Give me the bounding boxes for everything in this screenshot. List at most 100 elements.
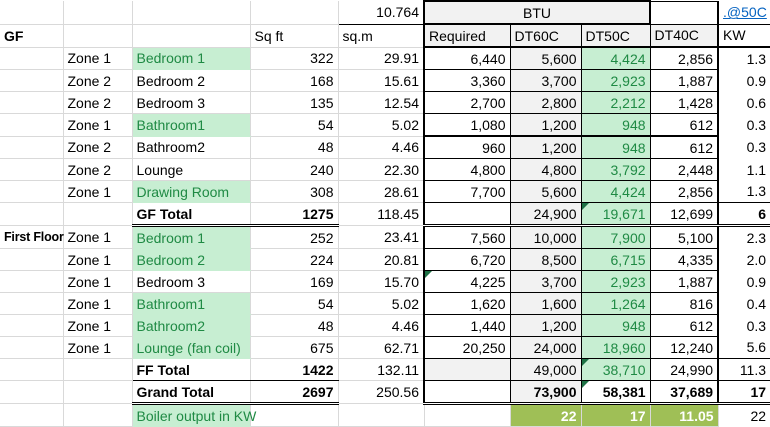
dt60c-cell[interactable]: 1,200 — [510, 136, 581, 159]
zone-cell[interactable]: Zone 2 — [63, 70, 132, 92]
btu-merged-header[interactable]: BTU — [424, 1, 650, 24]
kw-cell[interactable]: 2.0 — [718, 249, 770, 271]
dt60c-cell[interactable]: 5,600 — [510, 47, 581, 70]
sqft-cell[interactable]: 135 — [250, 92, 338, 114]
kw-cell[interactable]: 1.3 — [718, 181, 770, 203]
ff-total-dt60[interactable]: 49,000 — [510, 359, 581, 381]
sqm-cell[interactable]: 15.61 — [338, 70, 424, 92]
boiler-dt40-kw[interactable]: 11.05 — [650, 404, 718, 427]
dt50c-cell[interactable]: 3,792 — [581, 159, 650, 181]
sqm-cell[interactable]: 12.54 — [338, 92, 424, 114]
empty-cell[interactable] — [63, 404, 132, 427]
dt60c-cell[interactable]: 2,800 — [510, 92, 581, 114]
room-cell[interactable]: Bathroom1 — [132, 114, 250, 137]
ff-total-label[interactable]: FF Total — [132, 359, 250, 381]
ff-total-kw[interactable]: 11.3 — [718, 359, 770, 381]
dt40c-cell[interactable]: 5,100 — [650, 226, 718, 249]
empty-cell[interactable] — [0, 249, 63, 271]
kw-cell[interactable]: 0.3 — [718, 136, 770, 159]
required-cell[interactable]: 6,720 — [424, 249, 510, 271]
zone-cell[interactable]: Zone 1 — [63, 47, 132, 70]
required-cell[interactable]: 4,800 — [424, 159, 510, 181]
sqm-cell[interactable]: 29.91 — [338, 47, 424, 70]
sqm-cell[interactable]: 15.70 — [338, 271, 424, 293]
dt60c-cell[interactable]: 1,200 — [510, 114, 581, 137]
empty-cell[interactable] — [424, 203, 510, 226]
dt50c-header[interactable]: DT50C — [581, 24, 650, 47]
dt40c-cell[interactable]: 4,335 — [650, 249, 718, 271]
dt60c-cell[interactable]: 3,700 — [510, 70, 581, 92]
dt50c-cell[interactable]: 948 — [581, 136, 650, 159]
empty-cell[interactable] — [0, 70, 63, 92]
empty-cell[interactable] — [338, 404, 424, 427]
room-cell[interactable]: Bedroom 2 — [132, 249, 250, 271]
room-cell[interactable]: Drawing Room — [132, 181, 250, 203]
required-header[interactable]: Required — [424, 24, 510, 47]
grand-total-kw[interactable]: 17 — [718, 381, 770, 404]
empty-cell[interactable] — [0, 47, 63, 70]
empty-cell[interactable] — [650, 1, 718, 24]
dt40c-cell[interactable]: 1,887 — [650, 271, 718, 293]
sqm-cell[interactable]: 23.41 — [338, 226, 424, 249]
gf-total-dt40[interactable]: 12,699 — [650, 203, 718, 226]
dt40c-cell[interactable]: 2,856 — [650, 181, 718, 203]
grand-total-dt60[interactable]: 73,900 — [510, 381, 581, 404]
grand-total-sqft[interactable]: 2697 — [250, 381, 338, 404]
dt50c-cell[interactable]: 2,923 — [581, 70, 650, 92]
dt50c-cell[interactable]: 18,960 — [581, 337, 650, 359]
room-cell[interactable]: Lounge — [132, 159, 250, 181]
empty-cell[interactable] — [250, 1, 338, 24]
sqft-cell[interactable]: 48 — [250, 315, 338, 337]
dt40c-header[interactable]: DT40C — [650, 24, 718, 47]
empty-cell[interactable] — [424, 359, 510, 381]
sqm-cell[interactable]: 28.61 — [338, 181, 424, 203]
sqft-cell[interactable]: 48 — [250, 136, 338, 159]
zone-cell[interactable]: Zone 2 — [63, 92, 132, 114]
dt40c-cell[interactable]: 12,240 — [650, 337, 718, 359]
zone-cell[interactable]: Zone 1 — [63, 249, 132, 271]
gf-total-sqft[interactable]: 1275 — [250, 203, 338, 226]
boiler-dt60-kw[interactable]: 22 — [510, 404, 581, 427]
empty-cell[interactable] — [424, 381, 510, 404]
boiler-kw[interactable]: 22 — [718, 404, 770, 427]
ff-total-dt40[interactable]: 24,990 — [650, 359, 718, 381]
kw-cell[interactable]: 2.3 — [718, 226, 770, 249]
sqft-cell[interactable]: 54 — [250, 114, 338, 137]
grand-total-label[interactable]: Grand Total — [132, 381, 250, 404]
required-cell[interactable]: 1,620 — [424, 293, 510, 315]
room-cell[interactable]: Bedroom 3 — [132, 92, 250, 114]
empty-cell[interactable] — [0, 293, 63, 315]
sqft-cell[interactable]: 308 — [250, 181, 338, 203]
required-cell[interactable]: 2,700 — [424, 92, 510, 114]
dt60c-header[interactable]: DT60C — [510, 24, 581, 47]
kw-cell[interactable]: 0.9 — [718, 271, 770, 293]
sqft-cell[interactable]: 240 — [250, 159, 338, 181]
room-cell[interactable]: Lounge (fan coil) — [132, 337, 250, 359]
zone-cell[interactable]: Zone 2 — [63, 159, 132, 181]
dt50c-cell[interactable]: 948 — [581, 114, 650, 137]
required-cell[interactable]: 7,560 — [424, 226, 510, 249]
boiler-output-label[interactable]: Boiler output in KW — [132, 404, 250, 427]
dt50c-cell[interactable]: 1,264 — [581, 293, 650, 315]
empty-cell[interactable] — [0, 359, 63, 381]
grand-total-dt50[interactable]: 58,381 — [581, 381, 650, 404]
empty-cell[interactable] — [0, 114, 63, 137]
ff-total-dt50[interactable]: 38,710 — [581, 359, 650, 381]
room-cell[interactable]: Bedroom 1 — [132, 47, 250, 70]
sqm-header[interactable]: sq.m — [338, 24, 424, 47]
conversion-factor-cell[interactable]: 10.764 — [338, 1, 424, 24]
dt40c-cell[interactable]: 816 — [650, 293, 718, 315]
dt60c-cell[interactable]: 10,000 — [510, 226, 581, 249]
dt40c-cell[interactable]: 1,887 — [650, 70, 718, 92]
boiler-dt50-kw[interactable]: 17 — [581, 404, 650, 427]
empty-cell[interactable] — [0, 315, 63, 337]
sqm-cell[interactable]: 22.30 — [338, 159, 424, 181]
empty-cell[interactable] — [63, 203, 132, 226]
dt50c-cell[interactable]: 948 — [581, 315, 650, 337]
empty-cell[interactable] — [0, 203, 63, 226]
empty-cell[interactable] — [0, 381, 63, 404]
kw-cell[interactable]: 0.4 — [718, 293, 770, 315]
zone-cell[interactable]: Zone 1 — [63, 337, 132, 359]
zone-cell[interactable]: Zone 1 — [63, 226, 132, 249]
at50c-cell[interactable]: .@50C — [718, 1, 770, 24]
